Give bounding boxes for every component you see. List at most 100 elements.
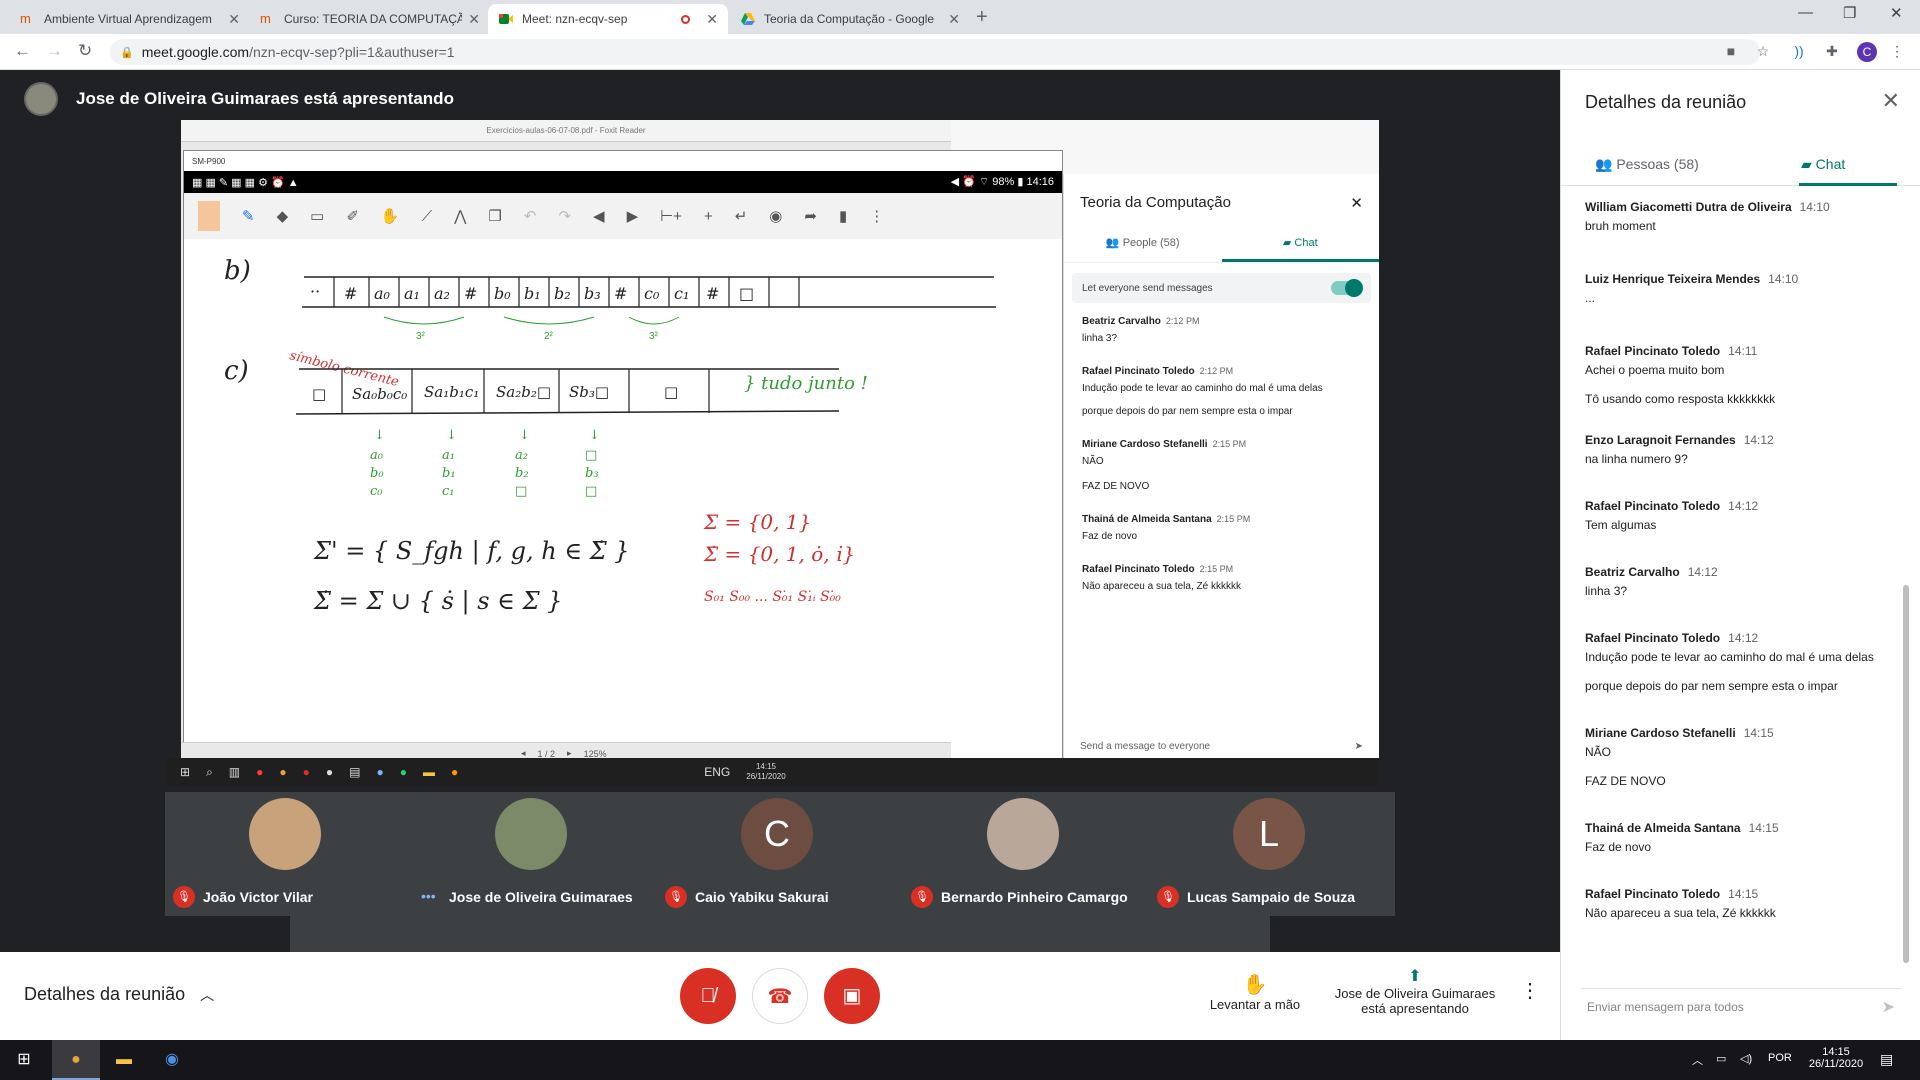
insert-page-icon[interactable]: ⊢+: [660, 207, 682, 225]
pdf-zoom-level[interactable]: 125%: [584, 749, 607, 759]
back-icon[interactable]: ←: [14, 41, 31, 61]
more-options-icon[interactable]: ⋮: [1520, 978, 1540, 1003]
volume-icon[interactable]: ◁): [1740, 1052, 1752, 1065]
svg-text:a₂: a₂: [434, 284, 450, 303]
start-icon: ⊞: [180, 765, 191, 779]
tab-chat[interactable]: ▰ Chat: [1801, 156, 1845, 173]
pdf-page-number[interactable]: 1 / 2: [538, 749, 556, 759]
participant-tile[interactable]: C 🎙 Caio Yabiku Sakurai: [657, 792, 897, 916]
close-tab-icon[interactable]: ✕: [228, 11, 240, 28]
extension-wave-icon[interactable]: )): [1790, 43, 1808, 61]
taskbar-clock[interactable]: 14:15 26/11/2020: [1806, 1046, 1866, 1070]
svg-text:b₁: b₁: [524, 284, 541, 303]
participant-tile[interactable]: ••• Jose de Oliveira Guimaraes: [411, 792, 651, 916]
file-explorer-taskbar-icon[interactable]: ▬: [100, 1040, 148, 1080]
moodle-icon: m: [20, 11, 31, 26]
message-text: ...: [1585, 291, 1596, 305]
app-icon: ●: [325, 765, 334, 779]
address-bar[interactable]: 🔒 meet.google.com/nzn-ecqv-sep?pli=1&aut…: [110, 39, 1760, 65]
restore-window-icon[interactable]: ❐: [1843, 4, 1856, 22]
chat-input[interactable]: Enviar mensagem para todos: [1587, 1000, 1744, 1014]
mobile-icon[interactable]: ▮: [839, 207, 847, 225]
redo-icon[interactable]: ↷: [558, 207, 571, 225]
mic-toggle-button[interactable]: 🎙̸: [680, 968, 736, 1024]
message-time: 14:15: [1743, 726, 1774, 740]
chrome-taskbar-icon[interactable]: ●: [52, 1040, 100, 1080]
more-options-icon[interactable]: ⋮: [869, 207, 884, 225]
hidden-icons-chevron-icon[interactable]: ︿: [1692, 1052, 1703, 1068]
reload-icon[interactable]: ↻: [78, 41, 92, 61]
participant-tile[interactable]: L 🎙 Lucas Sampaio de Souza: [1149, 792, 1389, 916]
participant-video: [987, 798, 1059, 870]
undo-icon[interactable]: ↶: [524, 207, 537, 225]
chat-icon: ▰: [1801, 156, 1812, 172]
note-tab-icon[interactable]: [198, 201, 220, 231]
camera-toggle-button[interactable]: ▣: [824, 968, 880, 1024]
app-taskbar-icon[interactable]: ◉: [148, 1040, 196, 1080]
network-icon[interactable]: ▭: [1716, 1052, 1726, 1065]
forward-icon[interactable]: →: [46, 41, 63, 61]
participant-tile[interactable]: 🎙 João Victor Vilar: [165, 792, 405, 916]
camera-icon[interactable]: ◉: [769, 207, 782, 225]
close-window-icon[interactable]: ✕: [1890, 4, 1903, 22]
browser-tab-ava[interactable]: m Ambiente Virtual Aprendizagem ✕: [10, 4, 250, 34]
keyboard-icon[interactable]: ▭: [310, 207, 324, 225]
svg-text:b₃: b₃: [585, 466, 599, 481]
profile-avatar[interactable]: C: [1857, 42, 1877, 62]
add-icon[interactable]: +: [704, 208, 713, 225]
muted-mic-icon: 🎙: [173, 886, 195, 908]
tab-people[interactable]: 👥 Pessoas (58): [1595, 156, 1699, 173]
svg-text:3²: 3²: [649, 331, 659, 342]
marker-icon[interactable]: ✐: [346, 207, 359, 225]
pen-tool-icon[interactable]: ✎: [242, 207, 255, 225]
copy-icon[interactable]: ❐: [488, 207, 501, 225]
close-icon[interactable]: ✕: [1882, 88, 1900, 114]
shared-meet-header: Teoria da Computação ✕: [1064, 174, 1379, 212]
hand-tool-icon[interactable]: ✋: [381, 207, 400, 225]
muted-mic-icon: 🎙: [665, 886, 687, 908]
camera-in-use-icon[interactable]: ■: [1722, 43, 1740, 61]
share-icon[interactable]: ➦: [804, 207, 817, 225]
svg-text:b₂: b₂: [554, 284, 571, 303]
tab-title: Teoria da Computação - Google: [764, 12, 935, 26]
presenting-button[interactable]: ⬆ Jose de Oliveira Guimaraes está aprese…: [1320, 966, 1510, 1016]
message-text: linha 3?: [1082, 333, 1118, 344]
shared-meet-panel: Teoria da Computação ✕ 👥 People (58) ▰ C…: [1063, 174, 1379, 764]
chrome-menu-icon[interactable]: ⋮: [1888, 43, 1906, 61]
minimize-window-icon[interactable]: —: [1798, 4, 1813, 21]
browser-tab-meet[interactable]: Meet: nzn-ecqv-sep ✕: [488, 4, 728, 34]
raise-hand-button[interactable]: ✋ Levantar a mão: [1200, 972, 1310, 1012]
browser-tab-curso[interactable]: m Curso: TEORIA DA COMPUTAÇÃO ✕: [250, 4, 490, 34]
close-tab-icon[interactable]: ✕: [468, 11, 480, 28]
meeting-details-button[interactable]: Detalhes da reunião ︿: [24, 984, 214, 1005]
browser-tab-drive[interactable]: Teoria da Computação - Google ✕: [730, 4, 970, 34]
send-icon[interactable]: ➤: [1882, 997, 1895, 1017]
participant-tile[interactable]: 🎙 Bernardo Pinheiro Camargo: [903, 792, 1143, 916]
return-icon[interactable]: ↵: [735, 207, 748, 225]
chat-scrollbar[interactable]: [1903, 585, 1909, 963]
message-text: na linha numero 9?: [1585, 452, 1688, 466]
chat-message: Enzo Laragnoit Fernandes 14:12 na linha nu…: [1585, 431, 1885, 469]
message-text: bruh moment: [1585, 219, 1656, 233]
close-tab-icon[interactable]: ✕: [706, 11, 718, 28]
close-icon: ✕: [1350, 195, 1363, 212]
language-indicator[interactable]: POR: [1768, 1052, 1792, 1064]
notifications-icon[interactable]: ▤: [1880, 1051, 1893, 1068]
bookmark-star-icon[interactable]: ☆: [1754, 43, 1772, 61]
line-tool-icon[interactable]: ⟋: [422, 208, 433, 225]
new-tab-button[interactable]: +: [976, 6, 988, 29]
next-page-icon[interactable]: ▶: [627, 207, 639, 225]
leave-call-button[interactable]: ☎: [752, 968, 808, 1024]
message-time: 14:12: [1687, 565, 1718, 579]
chat-message: Thainá de Almeida Santana 2:15 PM Faz de n…: [1082, 511, 1361, 545]
clock: 14:15 26/11/2020: [746, 762, 785, 782]
muted-mic-icon: 🎙: [1157, 886, 1179, 908]
close-tab-icon[interactable]: ✕: [948, 11, 960, 28]
svg-text:b₃: b₃: [584, 284, 601, 303]
extensions-puzzle-icon[interactable]: ✚: [1823, 43, 1841, 61]
start-icon[interactable]: ⊞: [0, 1040, 48, 1080]
eraser-icon[interactable]: ◆: [277, 207, 289, 225]
message-time: 14:12: [1728, 631, 1759, 645]
previous-page-icon[interactable]: ◀: [593, 207, 605, 225]
shape-tool-icon[interactable]: ⋀: [454, 207, 466, 225]
